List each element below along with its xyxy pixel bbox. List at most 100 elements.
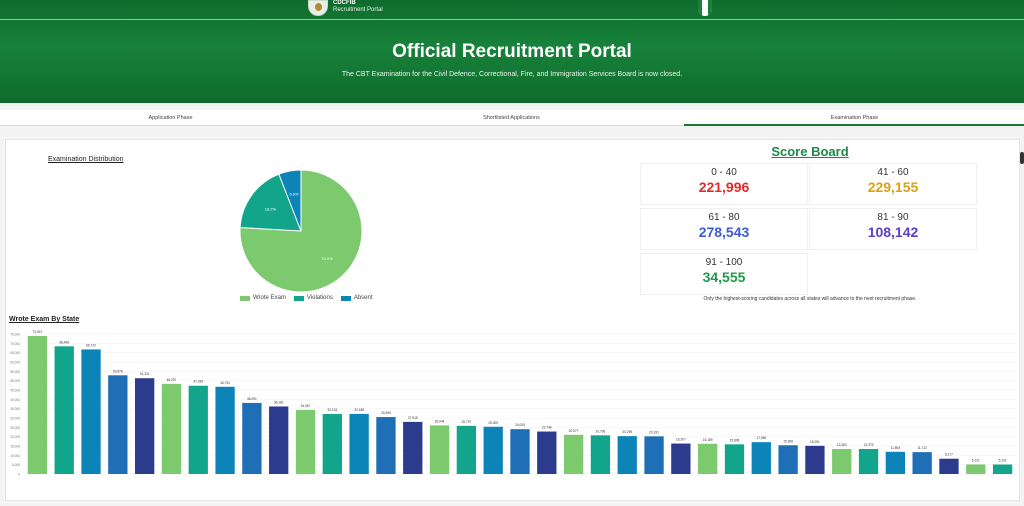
bar-data-label: 47,283 xyxy=(193,380,203,384)
state-bar[interactable] xyxy=(456,425,477,474)
bar-data-label: 15,091 xyxy=(810,440,820,444)
state-bar[interactable] xyxy=(644,436,664,474)
score-range-count: 229,155 xyxy=(867,179,919,195)
legend-wrote-exam: Wrote Exam xyxy=(240,295,286,301)
state-bar[interactable] xyxy=(778,445,798,474)
state-bar[interactable] xyxy=(322,414,342,474)
tab-shortlisted-applications[interactable]: Shortlisted Applications xyxy=(341,110,682,126)
distribution-pie-chart: 75.9% 18.2% 5.9% xyxy=(239,169,363,293)
state-bar[interactable] xyxy=(215,386,235,474)
score-range-label: 61 - 80 xyxy=(708,212,740,223)
state-bar[interactable] xyxy=(27,335,48,474)
y-tick-label: 45,000 xyxy=(10,389,20,393)
legend-label: Absent xyxy=(353,295,373,301)
pie-legend: Wrote Exam Violations Absent xyxy=(240,295,373,301)
legend-label: Wrote Exam xyxy=(253,295,286,301)
legend-swatch xyxy=(293,295,304,301)
state-bar[interactable] xyxy=(563,434,584,474)
bar-data-label: 25,309 xyxy=(488,421,498,425)
bar-data-label: 36,181 xyxy=(274,400,284,404)
y-tick-label: 20,000 xyxy=(10,435,20,439)
state-bar[interactable] xyxy=(671,443,691,474)
state-bar[interactable] xyxy=(349,413,369,474)
coat-of-arms-logo[interactable] xyxy=(308,0,328,16)
state-bar[interactable] xyxy=(966,464,986,474)
bar-data-label: 26,044 xyxy=(435,419,445,423)
y-tick-label: 50,000 xyxy=(10,379,20,383)
exam-closed-notice: The CBT Examination for the Civil Defenc… xyxy=(341,71,683,78)
bar-data-label: 5,102 xyxy=(999,458,1007,462)
bar-data-label: 34,367 xyxy=(301,404,311,408)
scoreboard-title: Score Board xyxy=(771,144,849,159)
score-range-91-100: 91 - 100 34,555 xyxy=(640,253,808,295)
bar-data-label: 32,188 xyxy=(354,408,364,412)
bar-data-label: 15,896 xyxy=(730,438,740,442)
score-range-label: 41 - 60 xyxy=(877,167,909,178)
state-bar[interactable] xyxy=(805,445,825,474)
bar-data-label: 13,379 xyxy=(864,443,874,447)
state-bar[interactable] xyxy=(429,425,450,474)
bar-data-label: 52,876 xyxy=(113,369,123,373)
bar-data-label: 24,005 xyxy=(515,423,525,427)
state-bar[interactable] xyxy=(510,429,530,474)
state-bar[interactable] xyxy=(242,402,262,474)
state-bar[interactable] xyxy=(269,406,289,474)
state-bar[interactable] xyxy=(912,452,932,474)
state-bar[interactable] xyxy=(483,426,503,474)
scoreboard-note: Only the highest-scoring candidates acro… xyxy=(703,296,917,302)
state-bar[interactable] xyxy=(376,417,396,474)
y-tick-label: 70,000 xyxy=(10,342,20,346)
y-tick-label: 40,000 xyxy=(10,398,20,402)
state-bar[interactable] xyxy=(832,449,852,474)
bar-data-label: 30,495 xyxy=(381,411,391,415)
bar-data-label: 51,311 xyxy=(140,372,150,376)
bar-data-label: 68,406 xyxy=(59,340,69,344)
state-bar[interactable] xyxy=(751,442,771,474)
y-tick-label: 35,000 xyxy=(10,407,20,411)
state-bar[interactable] xyxy=(939,458,959,474)
flag-icon xyxy=(698,0,712,16)
state-bar[interactable] xyxy=(134,378,155,474)
state-bar[interactable] xyxy=(188,385,208,474)
legend-violations: Violations xyxy=(293,295,333,301)
page-title: Official Recruitment Portal xyxy=(392,41,632,62)
bar-data-label: 11,712 xyxy=(917,446,927,450)
state-bar[interactable] xyxy=(108,375,128,474)
legend-label: Violations xyxy=(306,295,333,301)
hero-banner: CDCFIB Recruitment Portal Official Recru… xyxy=(0,0,1024,103)
y-tick-label: 75,000 xyxy=(10,333,20,337)
state-bar[interactable] xyxy=(537,431,557,474)
tab-examination-phase[interactable]: Examination Phase xyxy=(684,110,1024,126)
legend-swatch xyxy=(340,295,351,301)
state-bar[interactable] xyxy=(698,443,718,474)
score-range-count: 34,555 xyxy=(702,269,746,285)
state-bar[interactable] xyxy=(992,464,1013,474)
bar-data-label: 48,297 xyxy=(167,378,177,382)
score-range-label: 81 - 90 xyxy=(877,212,909,223)
y-tick-label: 65,000 xyxy=(10,351,20,355)
bar-data-label: 5,121 xyxy=(972,458,980,462)
state-bar[interactable] xyxy=(161,383,182,474)
legend-absent: Absent xyxy=(340,295,373,301)
bar-data-label: 20,295 xyxy=(622,430,632,434)
state-bar[interactable] xyxy=(724,444,745,474)
tab-application-phase[interactable]: Application Phase xyxy=(0,110,341,126)
state-bar[interactable] xyxy=(81,349,101,474)
state-bar-chart: 0 5,000 10,000 15,000 20,000 25,000 30,000 35,0… xyxy=(10,330,1016,477)
score-range-count: 221,996 xyxy=(698,179,750,195)
y-tick-label: 25,000 xyxy=(10,426,20,430)
scrollbar-thumb[interactable] xyxy=(1020,152,1024,164)
y-tick-label: 60,000 xyxy=(10,361,20,365)
pie-slice-label: 75.9% xyxy=(321,256,333,261)
state-bar[interactable] xyxy=(885,451,906,474)
score-range-label: 0 - 40 xyxy=(711,167,737,178)
state-bar[interactable] xyxy=(590,435,611,474)
state-bar[interactable] xyxy=(403,421,423,474)
state-bar[interactable] xyxy=(295,409,316,474)
score-range-81-90: 81 - 90 108,142 xyxy=(809,208,977,250)
state-bar[interactable] xyxy=(54,346,74,474)
state-bar[interactable] xyxy=(858,449,879,474)
state-bar[interactable] xyxy=(617,436,637,474)
bar-data-label: 27,915 xyxy=(408,416,418,420)
pie-slice-label: 18.2% xyxy=(265,206,277,211)
